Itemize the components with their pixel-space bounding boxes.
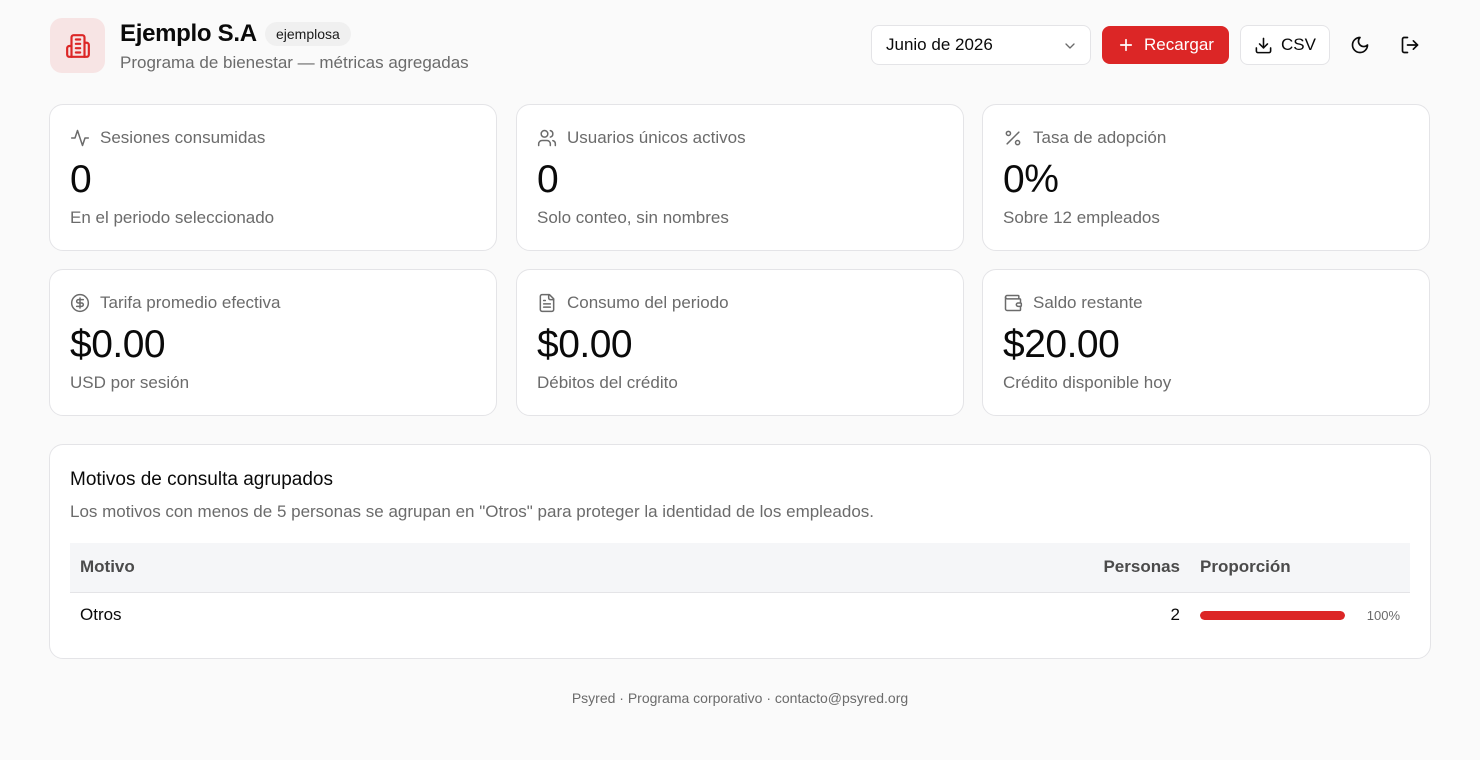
logout-button[interactable] [1390, 25, 1430, 65]
header: Ejemplo S.A ejemplosa Programa de bienes… [50, 18, 1430, 74]
download-icon [1254, 36, 1273, 55]
metric-card-usuarios: Usuarios únicos activos 0 Solo conteo, s… [516, 104, 964, 251]
recargar-button[interactable]: Recargar [1102, 26, 1229, 64]
metric-value: 0% [1003, 158, 1059, 201]
cell-proporcion: 100% [1366, 608, 1400, 623]
metric-note: En el periodo seleccionado [70, 208, 275, 227]
section-title: Motivos de consulta agrupados [70, 469, 333, 490]
proportion-bar-fill [1200, 611, 1345, 620]
metric-label: Saldo restante [1033, 293, 1143, 312]
metric-card-consumo: Consumo del periodo $0.00 Débitos del cr… [516, 269, 964, 416]
recargar-label: Recargar [1144, 35, 1214, 54]
section-description: Los motivos con menos de 5 personas se a… [70, 502, 874, 521]
company-name: Ejemplo S.A [120, 20, 257, 47]
percent-icon [1003, 128, 1023, 148]
metric-label: Tasa de adopción [1033, 128, 1167, 147]
reasons-section: Motivos de consulta agrupados Los motivo… [49, 444, 1431, 659]
table-row: Otros 2 100% [70, 593, 1410, 639]
metric-card-tarifa: Tarifa promedio efectiva $0.00 USD por s… [49, 269, 497, 416]
csv-export-button[interactable]: CSV [1240, 25, 1330, 65]
chevron-down-icon [1062, 38, 1078, 54]
cell-personas: 2 [1170, 605, 1180, 624]
metric-value: $0.00 [70, 323, 166, 366]
metric-card-adopcion: Tasa de adopción 0% Sobre 12 empleados [982, 104, 1430, 251]
metric-note: Solo conteo, sin nombres [537, 208, 729, 227]
metric-value: $0.00 [537, 323, 633, 366]
metric-value: 0 [70, 158, 92, 201]
metric-note: Crédito disponible hoy [1003, 373, 1172, 392]
company-slug-badge: ejemplosa [265, 22, 351, 46]
page-subtitle: Programa de bienestar — métricas agregad… [120, 53, 469, 72]
activity-icon [70, 128, 90, 148]
metric-label: Sesiones consumidas [100, 128, 266, 147]
metric-card-saldo: Saldo restante $20.00 Crédito disponible… [982, 269, 1430, 416]
wallet-icon [1003, 293, 1023, 313]
column-header-motivo: Motivo [80, 557, 135, 576]
metric-label: Usuarios únicos activos [567, 128, 746, 147]
cell-motivo: Otros [80, 605, 122, 624]
metric-card-sesiones: Sesiones consumidas 0 En el periodo sele… [49, 104, 497, 251]
metric-value: $20.00 [1003, 323, 1120, 366]
proportion-bar [1200, 611, 1345, 620]
dollar-circle-icon [70, 293, 90, 313]
building-icon [65, 33, 91, 59]
column-header-personas: Personas [1103, 557, 1180, 576]
users-icon [537, 128, 557, 148]
period-select[interactable]: Junio de 2026 [871, 25, 1091, 65]
logout-icon [1400, 35, 1420, 55]
theme-toggle-button[interactable] [1340, 25, 1380, 65]
metric-value: 0 [537, 158, 559, 201]
receipt-icon [537, 293, 557, 313]
moon-icon [1350, 35, 1370, 55]
period-select-value: Junio de 2026 [886, 35, 993, 54]
metric-note: USD por sesión [70, 373, 190, 392]
table-header: Motivo Personas Proporción [70, 543, 1410, 593]
metric-label: Consumo del periodo [567, 293, 729, 312]
metric-note: Sobre 12 empleados [1003, 208, 1160, 227]
plus-icon [1117, 36, 1135, 54]
column-header-proporcion: Proporción [1200, 557, 1291, 576]
reasons-table: Motivo Personas Proporción Otros 2 100% [70, 543, 1410, 639]
footer: Psyred · Programa corporativo · contacto… [571, 690, 909, 706]
csv-label: CSV [1281, 35, 1316, 54]
metric-note: Débitos del crédito [537, 373, 678, 392]
metric-label: Tarifa promedio efectiva [100, 293, 281, 312]
company-logo [50, 18, 105, 73]
